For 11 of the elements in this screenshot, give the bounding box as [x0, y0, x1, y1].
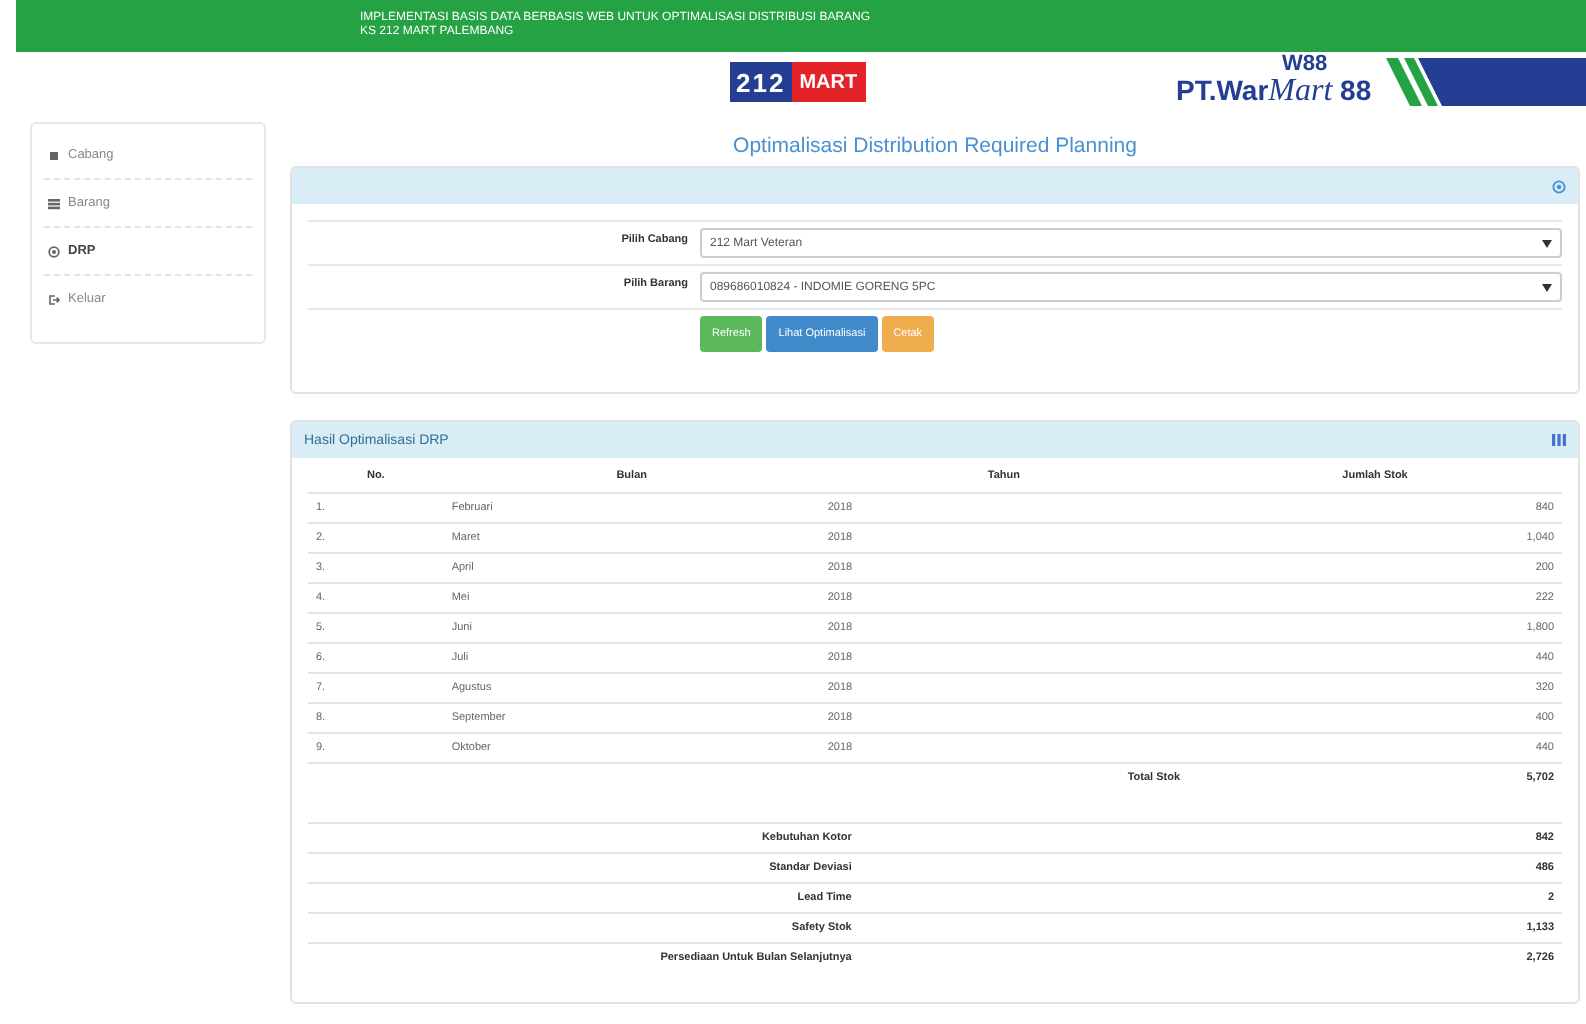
exit-icon: [48, 293, 60, 305]
square-icon: [48, 149, 60, 161]
partner-logo: W88 PT.WarMart 88: [1176, 54, 1372, 106]
page-title: Optimalisasi Distribution Required Planning: [731, 134, 1139, 158]
caret-icon: [1542, 283, 1552, 291]
grid-icon[interactable]: [1552, 434, 1566, 446]
circle-icon: [48, 245, 60, 257]
list-icon: [48, 197, 60, 209]
store-logo: 212 MART: [730, 62, 866, 102]
caret-icon: [1542, 239, 1552, 247]
toggle-icon[interactable]: [1552, 179, 1566, 193]
